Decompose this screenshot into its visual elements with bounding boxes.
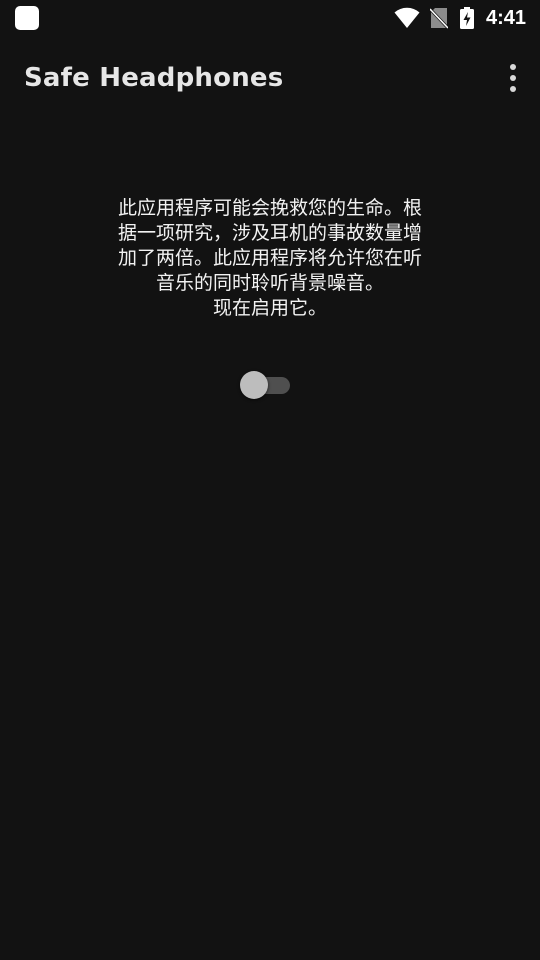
status-icons: 4:41 [394,0,526,36]
battery-charging-icon [459,7,474,29]
more-vert-icon [510,64,516,70]
app-notification-icon [15,6,39,30]
more-vert-icon-dot [510,86,516,92]
app-title: Safe Headphones [24,63,284,93]
more-options-button[interactable] [506,64,520,92]
wifi-icon [394,7,420,29]
more-vert-icon-dot [510,75,516,81]
toggle-thumb [240,371,268,399]
no-sim-icon [429,7,448,29]
status-bar: 4:41 [0,0,540,36]
enable-toggle-switch[interactable] [240,370,292,400]
description-text: 此应用程序可能会挽救您的生命。根 据一项研究，涉及耳机的事故数量增 加了两倍。此… [117,197,422,319]
app-bar: Safe Headphones [0,36,540,120]
screen: 4:41 Safe Headphones 此应用程序可能会挽救您的生命。根 据一… [0,0,540,960]
status-time: 4:41 [485,7,526,29]
